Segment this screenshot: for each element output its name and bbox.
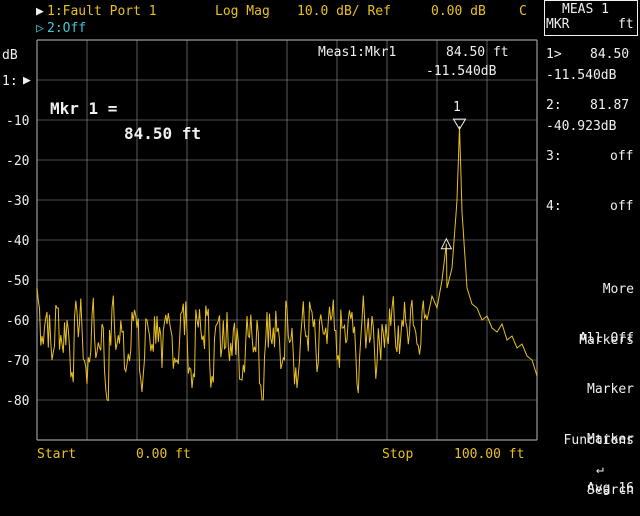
y-tick-label: -80 <box>6 394 29 409</box>
average-status: Avg 16 <box>587 446 634 514</box>
marker-1-position[interactable]: 84.50 <box>590 47 629 62</box>
marker-symbols <box>440 118 467 250</box>
active-marker-title: Mkr 1 = <box>50 99 118 118</box>
y-tick-label: -10 <box>6 114 29 129</box>
marker-2-index[interactable]: 2: <box>546 98 562 113</box>
y-tick-label: -20 <box>6 154 29 169</box>
y-tick-label: -50 <box>6 274 29 289</box>
marker-2-position[interactable]: 81.87 <box>590 98 629 113</box>
start-label[interactable]: Start <box>37 447 76 462</box>
measurement-subtitle: MKR <box>546 17 570 32</box>
marker-functions-line1: Marker <box>587 382 634 397</box>
stop-label[interactable]: Stop <box>382 447 413 462</box>
y-tick-label: -30 <box>6 194 29 209</box>
marker-1-value[interactable]: -11.540dB <box>546 68 616 83</box>
stop-value[interactable]: 100.00 ft <box>454 447 524 462</box>
measurement-title: MEAS 1 <box>562 2 609 17</box>
marker-2-value[interactable]: -40.923dB <box>546 119 616 134</box>
average-label: Avg 16 <box>587 481 634 496</box>
y-tick-label: -40 <box>6 234 29 249</box>
marker-1-index[interactable]: 1> <box>546 47 562 62</box>
start-value[interactable]: 0.00 ft <box>136 447 191 462</box>
marker-4-state[interactable]: off <box>610 199 633 214</box>
marker-readout-value: -11.540dB <box>426 64 497 79</box>
active-marker-position: 84.50 ft <box>124 124 202 143</box>
marker-readout-label: Meas1:Mkr1 <box>318 45 397 60</box>
marker-4-index[interactable]: 4: <box>546 199 562 214</box>
marker-1-tag: 1 <box>453 100 461 115</box>
y-tick-label: -70 <box>6 354 29 369</box>
marker-3-state[interactable]: off <box>610 149 633 164</box>
all-off-label: All Off <box>579 331 634 346</box>
trace-plot[interactable]: -10 -20 -30 -40 -50 -60 -70 -80 <box>0 0 640 480</box>
measurement-unit: ft <box>618 17 634 32</box>
y-axis-ticks: -10 -20 -30 -40 -50 -60 -70 -80 <box>6 114 29 409</box>
marker-3-index[interactable]: 3: <box>546 149 562 164</box>
return-icon[interactable]: ↵ <box>596 462 604 477</box>
y-tick-label: -60 <box>6 314 29 329</box>
marker-readout-position: 84.50 ft <box>446 45 509 60</box>
